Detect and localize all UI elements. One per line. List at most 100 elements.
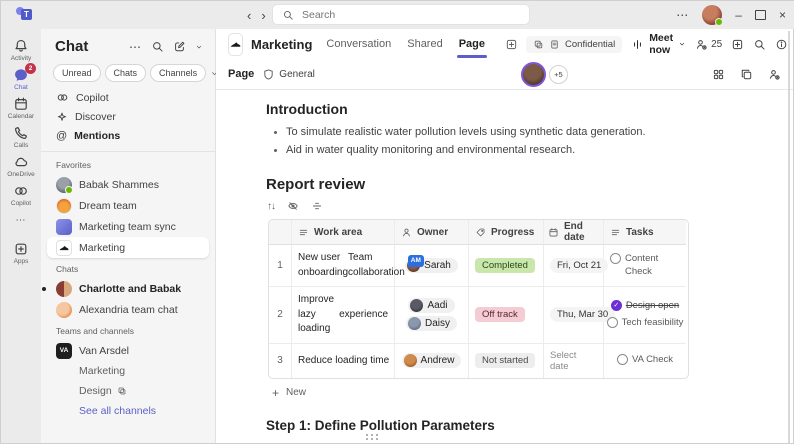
owner-chip: Daisy xyxy=(406,316,457,331)
new-row-button[interactable]: + New xyxy=(272,386,757,400)
tasks-cell[interactable]: VA Check xyxy=(604,344,686,378)
team-van-arsdel[interactable]: VA Van Arsdel xyxy=(47,340,209,361)
page-document: Introduction To simulate realistic water… xyxy=(216,89,787,443)
sidebar-more-icon[interactable]: ⋯ xyxy=(129,40,142,54)
sort-icon[interactable]: ↑↓ xyxy=(267,201,275,212)
compose-icon[interactable] xyxy=(173,40,186,53)
scrollbar[interactable] xyxy=(788,31,790,443)
rail-item-more[interactable]: ⋯ xyxy=(1,210,41,237)
channel-pane: Marketing Conversation Shared Page Confi… xyxy=(216,29,793,443)
tab-conversation[interactable]: Conversation xyxy=(326,29,391,59)
sidebar-search-icon[interactable] xyxy=(151,40,164,53)
work-area-cell[interactable]: Reduce loading time xyxy=(292,344,395,378)
collaborator-avatar[interactable] xyxy=(521,62,546,87)
maximize-button[interactable] xyxy=(755,10,766,20)
task-checkbox[interactable] xyxy=(610,253,621,264)
column-header-tasks[interactable]: Tasks xyxy=(604,220,686,245)
titlebar-more-icon[interactable]: ⋯ xyxy=(676,8,689,22)
resize-icon[interactable] xyxy=(311,200,323,212)
favorite-marketing-team-sync[interactable]: Marketing team sync xyxy=(47,216,209,237)
page-label: Page xyxy=(228,68,254,80)
chat-charlotte-and-babak[interactable]: Charlotte and Babak xyxy=(47,278,209,299)
task-checkbox[interactable] xyxy=(617,354,628,365)
add-tab-icon[interactable] xyxy=(505,38,518,51)
add-icon[interactable] xyxy=(731,38,744,51)
user-avatar[interactable] xyxy=(702,5,722,25)
end-date-cell[interactable]: Thu, Mar 30 xyxy=(544,287,604,344)
end-date-cell[interactable]: Fri, Oct 21 xyxy=(544,245,604,287)
search-icon[interactable] xyxy=(753,38,766,51)
drag-handle[interactable] xyxy=(366,434,379,439)
hide-eye-icon[interactable] xyxy=(287,200,299,212)
filter-chats[interactable]: Chats xyxy=(105,64,147,82)
owner-cell[interactable]: Andrew xyxy=(395,344,469,378)
tab-page[interactable]: Page xyxy=(459,29,485,59)
avatar xyxy=(404,354,417,367)
rail-item-copilot[interactable]: Copilot xyxy=(1,181,41,208)
forward-icon[interactable]: › xyxy=(261,8,265,23)
chevron-down-icon[interactable] xyxy=(195,43,203,51)
task-item[interactable]: VA Check xyxy=(617,354,673,367)
channel-design[interactable]: Design xyxy=(41,381,215,401)
task-checkbox[interactable] xyxy=(607,317,618,328)
extra-collaborators-badge[interactable]: +5 xyxy=(549,65,568,84)
people-settings-icon[interactable] xyxy=(768,68,781,81)
info-icon[interactable] xyxy=(775,38,788,51)
see-all-channels-link[interactable]: See all channels xyxy=(41,401,215,421)
rail-item-apps[interactable]: Apps xyxy=(1,239,41,266)
filter-unread[interactable]: Unread xyxy=(53,64,101,82)
owner-cell[interactable]: Sarah xyxy=(395,245,469,287)
channel-scope[interactable]: General xyxy=(262,68,315,81)
step1-bullet: Identify key pollutants (e.g., nitrates,… xyxy=(286,440,757,443)
favorite-marketing[interactable]: Marketing xyxy=(47,237,209,258)
favorite-dream-team[interactable]: Dream team xyxy=(47,195,209,216)
sidebar-item-mentions[interactable]: @ Mentions xyxy=(41,126,215,145)
task-checkbox-checked[interactable]: ✓ xyxy=(611,300,622,311)
row-number: 1 xyxy=(269,245,292,287)
tab-shared[interactable]: Shared xyxy=(407,29,442,59)
channel-marketing[interactable]: Marketing xyxy=(41,361,215,381)
rail-item-chat[interactable]: 2 Chat xyxy=(1,65,41,92)
sensitivity-label[interactable]: Confidential xyxy=(526,36,622,53)
back-icon[interactable]: ‹ xyxy=(247,8,251,23)
progress-cell[interactable]: Off track xyxy=(469,287,544,344)
copy-icon[interactable] xyxy=(740,68,753,81)
tasks-cell[interactable]: Content Check xyxy=(604,245,686,287)
tasks-cell[interactable]: ✓Design open Tech feasibility xyxy=(604,287,686,344)
rail-item-calendar[interactable]: Calendar xyxy=(1,94,41,121)
close-button[interactable]: × xyxy=(779,8,786,22)
minimize-button[interactable]: – xyxy=(735,8,742,22)
column-header-owner[interactable]: Owner xyxy=(395,220,469,245)
chat-alexandria-team-chat[interactable]: Alexandria team chat xyxy=(47,299,209,320)
plus-icon: + xyxy=(272,386,279,400)
column-header-end-date[interactable]: End date xyxy=(544,220,604,245)
sidebar-item-discover[interactable]: Discover xyxy=(41,107,215,126)
end-date-cell[interactable]: Select date xyxy=(544,344,604,378)
participants-button[interactable]: 25 xyxy=(695,38,722,51)
rail-item-calls[interactable]: Calls xyxy=(1,123,41,150)
progress-cell[interactable]: Completed xyxy=(469,245,544,287)
task-item[interactable]: Tech feasibility xyxy=(607,317,684,330)
tag-icon xyxy=(475,227,486,238)
search-input[interactable] xyxy=(300,8,504,22)
rail-item-activity[interactable]: Activity xyxy=(1,36,41,63)
search-box[interactable] xyxy=(273,5,529,24)
meet-now-button[interactable]: Meet now xyxy=(631,32,686,56)
work-area-cell[interactable]: Improve lazy loading experience xyxy=(292,287,395,344)
owner-cell[interactable]: Aadi Daisy xyxy=(395,287,469,344)
task-item[interactable]: ✓Design open xyxy=(611,300,679,313)
column-header-work-area[interactable]: Work area xyxy=(292,220,395,245)
progress-cell[interactable]: Not started xyxy=(469,344,544,378)
section-label-chats: Chats xyxy=(41,258,215,278)
components-grid-icon[interactable] xyxy=(712,68,725,81)
column-header-progress[interactable]: Progress xyxy=(469,220,544,245)
sidebar-item-copilot[interactable]: Copilot xyxy=(41,88,215,107)
filter-channels[interactable]: Channels xyxy=(150,64,206,82)
favorite-babak-shammes[interactable]: Babak Shammes xyxy=(47,174,209,195)
rail-item-onedrive[interactable]: OneDrive xyxy=(1,152,41,179)
status-badge: Completed xyxy=(475,258,535,273)
step1-bullets: Identify key pollutants (e.g., nitrates,… xyxy=(266,440,757,443)
work-area-cell[interactable]: New user onboarding Team collaborationAM xyxy=(292,245,395,287)
task-item[interactable]: Content Check xyxy=(610,253,680,279)
search-icon xyxy=(282,9,294,21)
